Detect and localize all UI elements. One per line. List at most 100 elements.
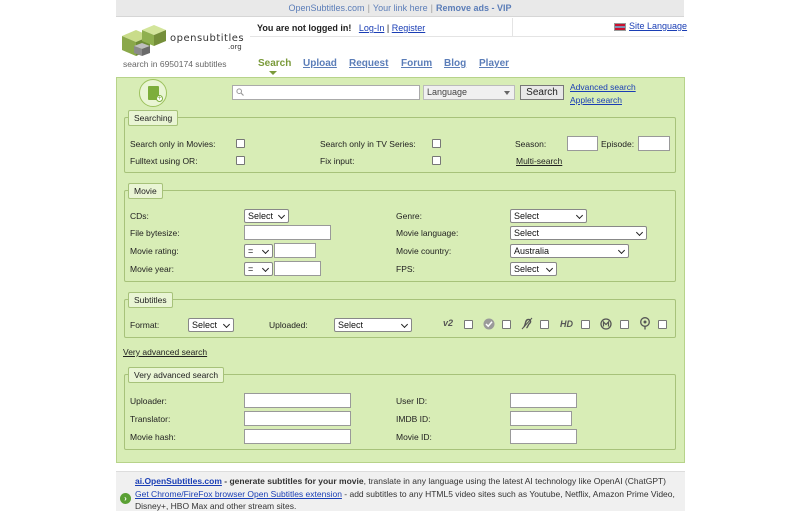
genre-label: Genre: [396, 211, 422, 221]
uploaded-label: Uploaded: [269, 320, 308, 330]
searching-legend: Searching [128, 110, 179, 126]
nav-request[interactable]: Request [349, 58, 388, 69]
very-advanced-search-link[interactable]: Very advanced search [123, 347, 207, 357]
movie-language-select[interactable]: Select [510, 226, 647, 240]
extension-promo-line-2: Disney+, HBO Max and other stream sites. [135, 501, 297, 511]
hd-icon: HD [560, 319, 573, 329]
movie-id-input[interactable] [510, 429, 577, 444]
very-advanced-legend: Very advanced search [128, 367, 225, 383]
your-link-here-link[interactable]: Your link here [373, 3, 428, 13]
login-message: You are not logged in! Log-In | Register [257, 23, 426, 33]
movie-hash-input[interactable] [244, 429, 351, 444]
format-label: Format: [130, 320, 160, 330]
search-subtitles-icon: + [139, 79, 167, 107]
advanced-search-link[interactable]: Advanced search [570, 82, 636, 92]
year-input[interactable] [274, 261, 321, 276]
ai-promo-bold: - generate subtitles for your movie [221, 476, 364, 486]
cds-label: CDs: [130, 211, 149, 221]
nav-blog[interactable]: Blog [444, 58, 466, 69]
nav-player[interactable]: Player [479, 58, 509, 69]
search-input[interactable] [232, 85, 420, 100]
chevron-down-icon [222, 320, 231, 329]
cds-select[interactable]: Select [244, 209, 289, 223]
search-button[interactable]: Search [520, 85, 564, 100]
user-id-input[interactable] [510, 393, 577, 408]
login-link[interactable]: Log-In [359, 23, 385, 33]
imdb-id-label: IMDB ID: [396, 414, 431, 424]
magnifier-icon [236, 88, 244, 96]
rating-input[interactable] [274, 243, 316, 258]
trusted-check-icon [483, 318, 495, 330]
chevron-down-icon [617, 246, 626, 255]
fix-input-checkbox[interactable] [432, 156, 441, 165]
rating-label: Movie rating: [130, 246, 179, 256]
hd-checkbox[interactable] [581, 320, 590, 329]
movie-country-select[interactable]: Australia [510, 244, 629, 258]
nav-search[interactable]: Search [258, 58, 291, 69]
opensubtitles-com-link[interactable]: OpenSubtitles.com [289, 3, 365, 13]
uploader-input[interactable] [244, 393, 351, 408]
header-divider [250, 36, 684, 37]
register-link[interactable]: Register [392, 23, 426, 33]
ai-promo-text: , translate in any language using the la… [363, 476, 667, 486]
trusted-checkbox[interactable] [502, 320, 511, 329]
browser-extension-link[interactable]: Get Chrome/FireFox browser Open Subtitle… [135, 489, 342, 499]
fps-select[interactable]: Select [510, 262, 557, 276]
movie-legend: Movie [128, 183, 163, 199]
only-movies-checkbox[interactable] [236, 139, 245, 148]
machine-translated-checkbox[interactable] [620, 320, 629, 329]
imdb-id-input[interactable] [510, 411, 572, 426]
bytesize-input[interactable] [244, 225, 331, 240]
applet-search-link[interactable]: Applet search [570, 95, 622, 105]
season-label: Season: [515, 139, 547, 149]
movie-language-label: Movie language: [396, 228, 459, 238]
machine-translated-icon [600, 318, 612, 330]
uploaded-select[interactable]: Select [334, 318, 412, 332]
ai-promo-line: ai.OpenSubtitles.com - generate subtitle… [135, 476, 666, 486]
logo-org: .org [228, 43, 242, 51]
uk-flag-icon [614, 22, 626, 31]
fps-label: FPS: [396, 264, 415, 274]
uploader-label: Uploader: [130, 396, 167, 406]
nav-upload[interactable]: Upload [303, 58, 337, 69]
movie-id-label: Movie ID: [396, 432, 432, 442]
only-tv-checkbox[interactable] [432, 139, 441, 148]
user-id-label: User ID: [396, 396, 428, 406]
episode-input[interactable] [638, 136, 670, 151]
ai-checkbox[interactable] [658, 320, 667, 329]
year-label: Movie year: [130, 264, 174, 274]
chevron-down-icon [261, 246, 270, 255]
extension-promo-text: - add subtitles to any HTML5 video sites… [341, 489, 675, 499]
format-select[interactable]: Select [188, 318, 234, 332]
chevron-down-icon [545, 264, 554, 273]
language-select[interactable]: Language [423, 85, 515, 100]
hearing-impaired-checkbox[interactable] [540, 320, 549, 329]
bytesize-label: File bytesize: [130, 228, 180, 238]
top-bar: OpenSubtitles.com | Your link here | Remove … [116, 0, 684, 17]
extension-promo-line: Get Chrome/FireFox browser Open Subtitle… [135, 489, 675, 499]
multi-search-link[interactable]: Multi-search [516, 156, 562, 166]
nav-forum[interactable]: Forum [401, 58, 432, 69]
translator-label: Translator: [130, 414, 171, 424]
year-operator-select[interactable]: = [244, 262, 273, 276]
v2-checkbox[interactable] [464, 320, 473, 329]
subtitles-legend: Subtitles [128, 292, 173, 308]
chevron-down-icon [277, 211, 286, 220]
only-tv-label: Search only in TV Series: [320, 139, 416, 149]
movie-country-label: Movie country: [396, 246, 452, 256]
ai-opensubtitles-link[interactable]: ai.OpenSubtitles.com [135, 476, 222, 486]
chevron-right-icon: › [120, 493, 131, 504]
translator-input[interactable] [244, 411, 351, 426]
fulltext-label: Fulltext using OR: [130, 156, 198, 166]
chevron-down-icon [261, 264, 270, 273]
genre-select[interactable]: Select [510, 209, 587, 223]
chevron-down-icon [635, 228, 644, 237]
fulltext-checkbox[interactable] [236, 156, 245, 165]
remove-ads-link[interactable]: Remove ads - VIP [436, 3, 512, 13]
rating-operator-select[interactable]: = [244, 244, 273, 258]
season-input[interactable] [567, 136, 598, 151]
hearing-impaired-icon [521, 317, 533, 330]
not-logged-in-text: You are not logged in! [257, 23, 352, 33]
site-language-link[interactable]: Site Language [614, 21, 687, 31]
header-divider-vertical [512, 18, 513, 36]
